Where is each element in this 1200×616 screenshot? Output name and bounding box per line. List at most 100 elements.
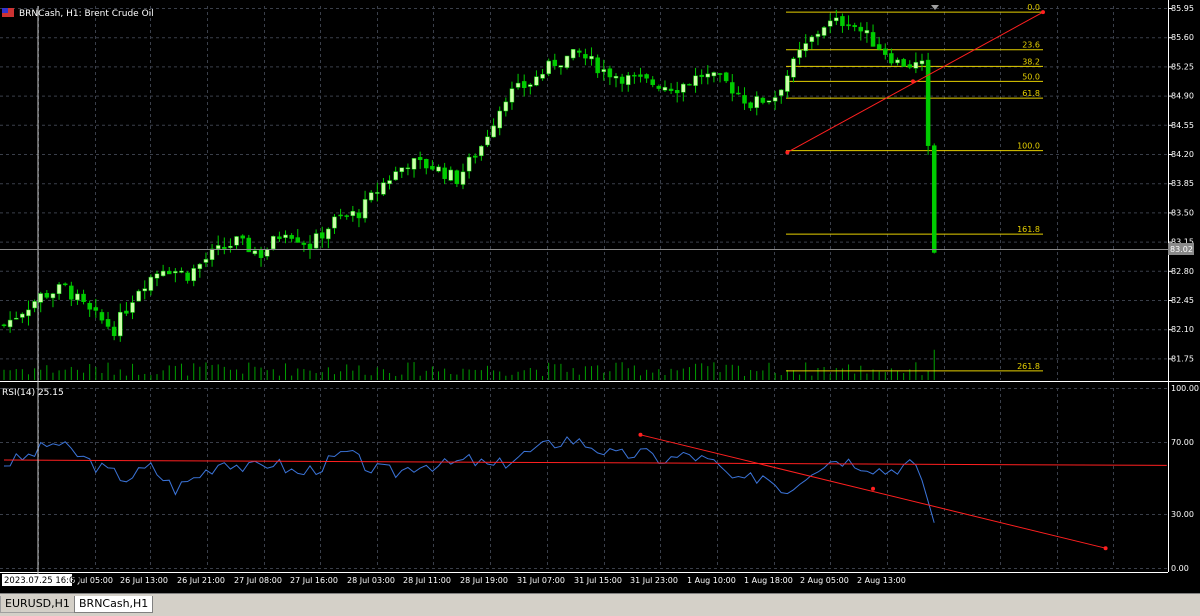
candle-body <box>625 75 631 85</box>
chart-title: BRNCash, H1: Brent Crude Oil <box>19 9 154 19</box>
candle-body <box>338 214 343 217</box>
candle-body <box>387 180 392 184</box>
fibo-level-label: 261.8 <box>1017 362 1040 371</box>
trendline-anchor <box>785 150 790 155</box>
candle-body <box>638 74 643 77</box>
rsi-title: RSI(14) 25.15 <box>2 388 64 398</box>
candle-body <box>656 85 662 89</box>
candle-body <box>222 246 227 249</box>
candle-body <box>111 326 117 337</box>
candle-body <box>870 32 876 47</box>
candle-body <box>889 53 894 64</box>
tab-eurusd[interactable]: EURUSD,H1 <box>0 596 75 613</box>
rsi-trendline-anchor <box>1103 546 1108 551</box>
candle-body <box>130 302 135 313</box>
candle-body <box>313 233 319 249</box>
price-tick-label: 82.10 <box>1171 325 1194 334</box>
candle-body <box>472 155 478 158</box>
time-tick-label: 27 Jul 08:00 <box>234 576 282 585</box>
candle-body <box>417 157 423 161</box>
candle-body <box>234 236 239 246</box>
candle-body <box>20 313 25 318</box>
time-tick-label: 31 Jul 23:00 <box>630 576 678 585</box>
candle-body <box>154 273 160 279</box>
candle-body <box>497 110 502 129</box>
candle-body <box>13 317 19 320</box>
candle-body <box>589 55 594 60</box>
candle-body <box>393 171 398 181</box>
price-tick-label: 82.80 <box>1171 267 1194 276</box>
candle-body <box>136 290 141 302</box>
candle-body <box>901 59 906 67</box>
candle-body <box>185 272 190 281</box>
price-tick-label: 84.20 <box>1171 150 1194 159</box>
candle-body <box>460 171 466 185</box>
candle-body <box>760 97 766 103</box>
candle-body <box>583 54 588 59</box>
price-tick-label: 85.25 <box>1171 62 1194 71</box>
candle-body <box>350 210 356 216</box>
candle-body <box>601 69 607 72</box>
trading-terminal: 0.0 23.6 38.2 50.0 61.8 100.0 161.8 261.8 85.95… <box>0 0 1200 616</box>
candle-body <box>1 324 7 327</box>
candle-body <box>197 263 203 269</box>
time-tick-label: 2 Aug 13:00 <box>857 576 906 585</box>
crosshair-time-marker: 2023.07.25 16:00 <box>2 574 80 586</box>
candle-body <box>240 235 245 239</box>
chart-tab-bar: EURUSD,H1 BRNCash,H1 <box>0 593 1200 616</box>
candle-body <box>650 79 655 85</box>
candle-body <box>693 75 698 86</box>
candle-body <box>160 270 166 277</box>
candle-body <box>736 92 741 95</box>
candle-body <box>925 59 931 146</box>
price-tick-label: 84.55 <box>1171 121 1194 130</box>
tab-brncash[interactable]: BRNCash,H1 <box>74 596 154 613</box>
candle-body <box>846 24 851 27</box>
candle-body <box>699 74 704 77</box>
candle-body <box>62 283 68 286</box>
candle-body <box>809 36 815 42</box>
candle-body <box>436 166 441 172</box>
candle-body <box>56 284 62 295</box>
candle-body <box>723 72 729 82</box>
candle-body <box>326 228 331 240</box>
candle-body <box>883 48 888 55</box>
candle-body <box>503 101 509 112</box>
candle-body <box>730 82 735 94</box>
candle-body <box>375 192 380 194</box>
candle-body <box>295 237 301 243</box>
time-tick-label: 27 Jul 16:00 <box>290 576 338 585</box>
candle-body <box>534 76 539 86</box>
candle-body <box>564 55 570 68</box>
chart-canvas[interactable]: 0.0 23.6 38.2 50.0 61.8 100.0 161.8 261.8 85.95… <box>0 0 1200 593</box>
candle-body <box>821 27 827 36</box>
candle-body <box>919 60 925 65</box>
candle-body <box>644 74 649 79</box>
candle-body <box>173 271 178 274</box>
candle-body <box>448 169 454 181</box>
candle-body <box>69 285 74 300</box>
candle-body <box>485 136 490 146</box>
candle-body <box>26 309 31 317</box>
candle-body <box>778 89 784 96</box>
candle-body <box>876 44 882 50</box>
candle-body <box>332 216 337 229</box>
rsi-tick-label: 30.00 <box>1171 510 1194 519</box>
price-tick-label: 82.45 <box>1171 296 1194 305</box>
candle-body <box>356 212 362 219</box>
fibo-level-label: 61.8 <box>1022 89 1040 98</box>
price-tick-label: 83.85 <box>1171 179 1194 188</box>
candle-body <box>632 74 637 77</box>
crosshair-time-label: 2023.07.25 16:00 <box>4 576 80 586</box>
candle-body <box>834 17 839 22</box>
candle-body <box>411 158 417 170</box>
price-tick-label: 85.60 <box>1171 33 1194 42</box>
candle-body <box>405 167 411 170</box>
candle-body <box>558 65 564 68</box>
candle-body <box>124 310 129 314</box>
rsi-marker <box>871 486 876 491</box>
candle-body <box>442 167 447 179</box>
price-tick-label: 81.75 <box>1171 354 1194 363</box>
candle-body <box>75 293 80 301</box>
fibo-level-label: 100.0 <box>1017 142 1040 151</box>
